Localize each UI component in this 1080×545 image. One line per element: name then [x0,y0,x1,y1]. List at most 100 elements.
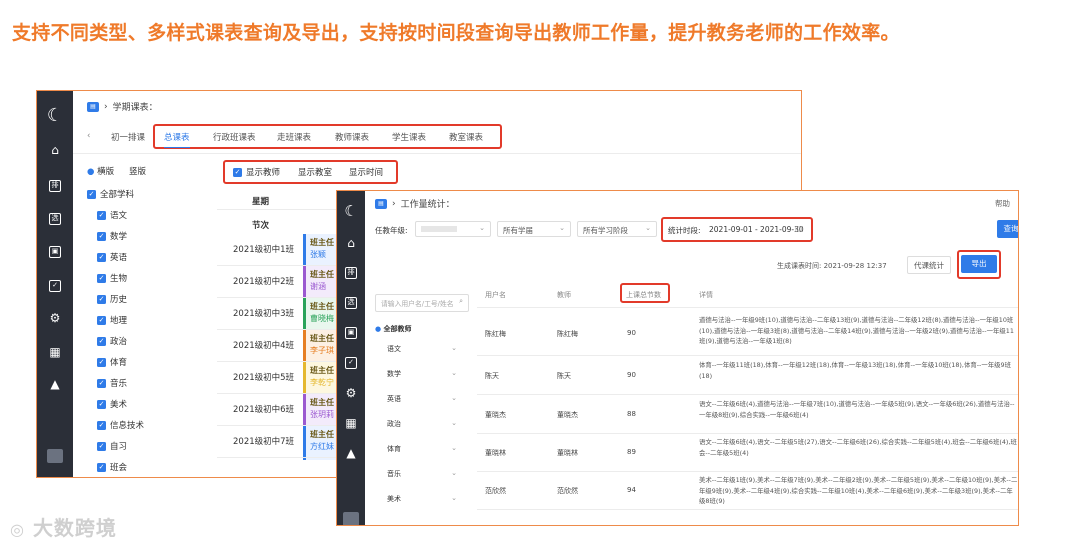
subject-checkbox[interactable]: ✓ 生物 [97,272,127,284]
home-icon[interactable]: ⌂ [37,141,73,159]
export-button[interactable]: 导出 [961,255,997,273]
cell-teacher: 范欣然 [557,486,578,495]
tab-master-schedule[interactable]: 总课表 [164,131,190,148]
select-icon[interactable]: 选 [37,210,73,228]
check-icon[interactable]: ✓ [37,277,73,295]
subject-checkbox[interactable]: ✓ 班会 [97,461,127,473]
generated-time: 生成课表时间: 2021-09-28 12:37 [777,262,887,270]
teacher-subject-node[interactable]: 音乐 ⌄ [387,469,457,479]
teacher-subject-node[interactable]: 语文 ⌄ [387,344,457,354]
subject-checkbox[interactable]: ✓ 英语 [97,251,127,263]
show-classroom-checkbox[interactable]: 显示教室 [298,166,332,178]
card-icon[interactable]: ▣ [37,243,73,261]
card-icon[interactable]: ▣ [337,325,365,341]
select-icon[interactable]: 选 [337,295,365,311]
chevron-down-icon: ⌄ [451,369,457,377]
breadcrumb: ▤ › 学期课表： [87,100,158,113]
check-icon[interactable]: ✓ [337,355,365,371]
class-name: 2021级初中3班 [233,309,295,319]
cell-detail: 体育--一年级11班(18),体育--一年级12班(18),体育--一年级13班… [699,361,1011,380]
layout-vertical-radio[interactable]: 竖版 [129,165,146,177]
query-button[interactable]: 查询 [997,220,1018,238]
app-logo-icon: ☾ [46,104,64,126]
cell-count: 90 [627,328,636,337]
bell-icon[interactable]: ▲ [337,445,365,461]
show-time-checkbox[interactable]: 显示时间 [349,166,383,178]
home-icon[interactable]: ⌂ [337,235,365,251]
row-divider [477,355,1018,356]
row-divider [477,471,1018,472]
class-name: 2021级初中1班 [233,245,295,255]
breadcrumb-title: 学期课表： [112,103,158,113]
tab-student[interactable]: 学生课表 [392,131,426,143]
teacher-all-node[interactable]: ● 全部教师 [375,324,412,334]
subject-all-checkbox[interactable]: ✓ 全部学科 [87,188,134,200]
tab-classroom[interactable]: 教室课表 [449,131,483,143]
bell-icon[interactable]: ▲ [37,375,73,393]
subject-checkbox[interactable]: ✓ 自习 [97,440,127,452]
back-chevron-icon[interactable]: ‹ [87,131,90,141]
avatar[interactable] [37,447,73,465]
calendar-icon[interactable]: □ [795,224,803,233]
teacher-subject-node[interactable]: 英语 ⌄ [387,394,457,404]
schedule-icon[interactable]: 排 [337,265,365,281]
grade-select[interactable]: ⌄ [415,221,491,237]
subject-checkbox[interactable]: ✓ 美术 [97,398,127,410]
row-divider [477,509,1018,510]
tab-admin-class[interactable]: 行政班课表 [213,131,256,143]
breadcrumb: ▤ › 工作量统计： [375,197,455,210]
sidebar: ☾ ⌂ 排 选 ▣ ✓ ⚙ ▦ ▲ [337,191,365,525]
chevron-down-icon: ⌄ [451,444,457,452]
teacher-subject-node[interactable]: 美术 ⌄ [387,494,457,504]
grade-label: 任教年级: [375,226,408,235]
watermark-logo: ◎ 大数跨境 [10,516,117,540]
subject-checkbox[interactable]: ✓ 信息技术 [97,419,144,431]
class-name: 2021级初中4班 [233,341,295,351]
col-username: 用户名 [485,291,506,299]
schedule-icon[interactable]: 排 [37,177,73,195]
col-total-periods: 上课总节数 [626,291,661,299]
avatar[interactable] [337,511,365,525]
cell-username: 董晓杰 [485,410,506,419]
tab-first-schedule[interactable]: 初一排课 [111,131,145,143]
gear-icon[interactable]: ⚙ [37,309,73,327]
cell-count: 88 [627,409,636,418]
date-range-input[interactable]: 2021-09-01 - 2021-09-30 [709,225,804,234]
teacher-subject-node[interactable]: 体育 ⌄ [387,444,457,454]
cell-detail: 语文--二年级6班(4),道德与法治--一年级7班(10),道德与法治--一年级… [699,400,1015,419]
chevron-down-icon: ⌄ [451,419,457,427]
show-teacher-checkbox[interactable]: ✓ 显示教师 [233,166,280,178]
subject-checkbox[interactable]: ✓ 地理 [97,314,127,326]
subject-checkbox[interactable]: ✓ 政治 [97,335,127,347]
layout-horizontal-radio[interactable]: ● 横版 [87,165,114,177]
cell-username: 董晓林 [485,448,506,457]
subject-checkbox[interactable]: ✓ 体育 [97,356,127,368]
apps-icon[interactable]: ▦ [337,415,365,431]
teacher-subject-node[interactable]: 政治 ⌄ [387,419,457,429]
workload-window: ☾ ⌂ 排 选 ▣ ✓ ⚙ ▦ ▲ ▤ › 工作量统计： 帮助 任教年级: ⌄ … [336,190,1019,526]
help-link[interactable]: 帮助 [995,198,1010,209]
tab-mobile-class[interactable]: 走班课表 [277,131,311,143]
cohort-select[interactable]: 所有学届 ⌄ [497,221,571,237]
row-divider [477,394,1018,395]
subject-checkbox[interactable]: ✓ 音乐 [97,377,127,389]
sidebar: ☾ ⌂ 排 选 ▣ ✓ ⚙ ▦ ▲ [37,91,73,477]
col-details: 详情 [699,291,713,299]
class-name: 2021级初中5班 [233,373,295,383]
chevron-right-icon: › [104,101,108,112]
subject-checkbox[interactable]: ✓ 数学 [97,230,127,242]
app-logo-icon: ☾ [344,202,358,220]
substitute-stats-button[interactable]: 代课统计 [907,256,951,274]
cell-detail: 语文--二年级6班(4),语文--二年级5班(27),语文--二年级6班(26)… [699,438,1017,457]
gear-icon[interactable]: ⚙ [337,385,365,401]
subject-checkbox[interactable]: ✓ 历史 [97,293,127,305]
teacher-search-input[interactable]: 请输入用户名/工号/姓名 ⌕ [375,294,469,312]
cell-teacher: 董晓林 [557,448,578,457]
col-teacher: 教师 [557,291,571,299]
class-name: 2021级初中7班 [233,437,295,447]
teacher-subject-node[interactable]: 数学 ⌄ [387,369,457,379]
stage-select[interactable]: 所有学习阶段 ⌄ [577,221,657,237]
tab-teacher[interactable]: 教师课表 [335,131,369,143]
subject-checkbox[interactable]: ✓ 语文 [97,209,127,221]
apps-icon[interactable]: ▦ [37,343,73,361]
